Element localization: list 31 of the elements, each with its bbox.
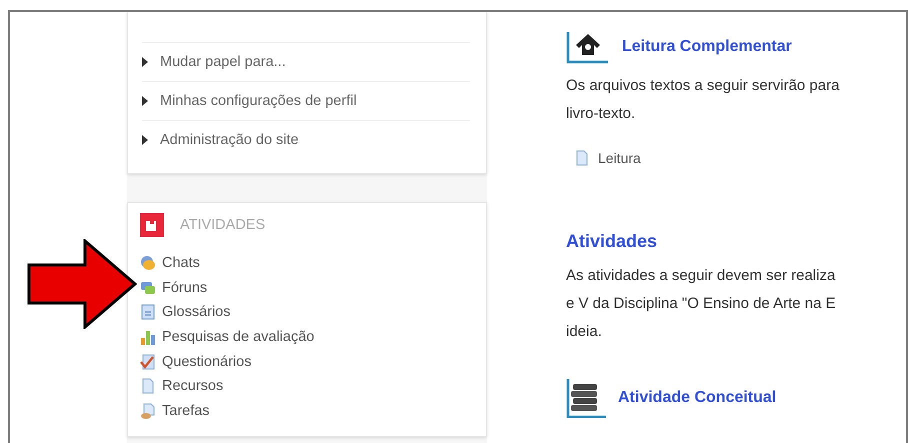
- menu-item[interactable]: Administração do site: [160, 132, 299, 148]
- activity-link[interactable]: Recursos: [162, 378, 224, 394]
- menu-item[interactable]: Mudar papel para...: [160, 54, 286, 70]
- description-text: e V da Disciplina "O Ensino de Arte na E: [566, 294, 837, 314]
- chat-bubbles-icon: [140, 255, 156, 272]
- activity-link[interactable]: Fóruns: [162, 280, 208, 296]
- activity-link[interactable]: Questionários: [162, 354, 252, 370]
- forum-bubbles-icon: [140, 280, 156, 296]
- checklist-icon: [140, 354, 156, 370]
- book-page-icon: [140, 304, 156, 320]
- section-heading: Atividades: [566, 231, 658, 251]
- activity-link[interactable]: Pesquisas de avaliação: [162, 329, 314, 346]
- description-text: ideia.: [566, 322, 603, 342]
- book-stack-icon: [566, 378, 606, 418]
- section-link[interactable]: Atividade Conceitual: [618, 389, 776, 407]
- description-text: livro-texto.: [566, 104, 636, 124]
- bar-chart-icon: [140, 329, 156, 346]
- block-title: ATIVIDADES: [180, 217, 266, 233]
- menu-item[interactable]: Minhas configurações de perfil: [160, 93, 357, 109]
- activity-link[interactable]: Glossários: [162, 304, 230, 320]
- file-icon: [140, 378, 156, 394]
- description-text: As atividades a seguir devem ser realiza: [566, 266, 836, 286]
- expand-triangle-icon[interactable]: [142, 135, 148, 145]
- activity-link[interactable]: Chats: [162, 255, 200, 272]
- activity-link[interactable]: Tarefas: [162, 402, 210, 419]
- section-link[interactable]: Leitura Complementar: [622, 38, 792, 56]
- expand-triangle-icon[interactable]: [142, 96, 148, 106]
- expand-triangle-icon[interactable]: [142, 57, 148, 67]
- description-text: Os arquivos textos a seguir servirão para: [566, 76, 840, 96]
- resource-link[interactable]: Leitura: [598, 150, 641, 166]
- file-icon: [574, 150, 590, 166]
